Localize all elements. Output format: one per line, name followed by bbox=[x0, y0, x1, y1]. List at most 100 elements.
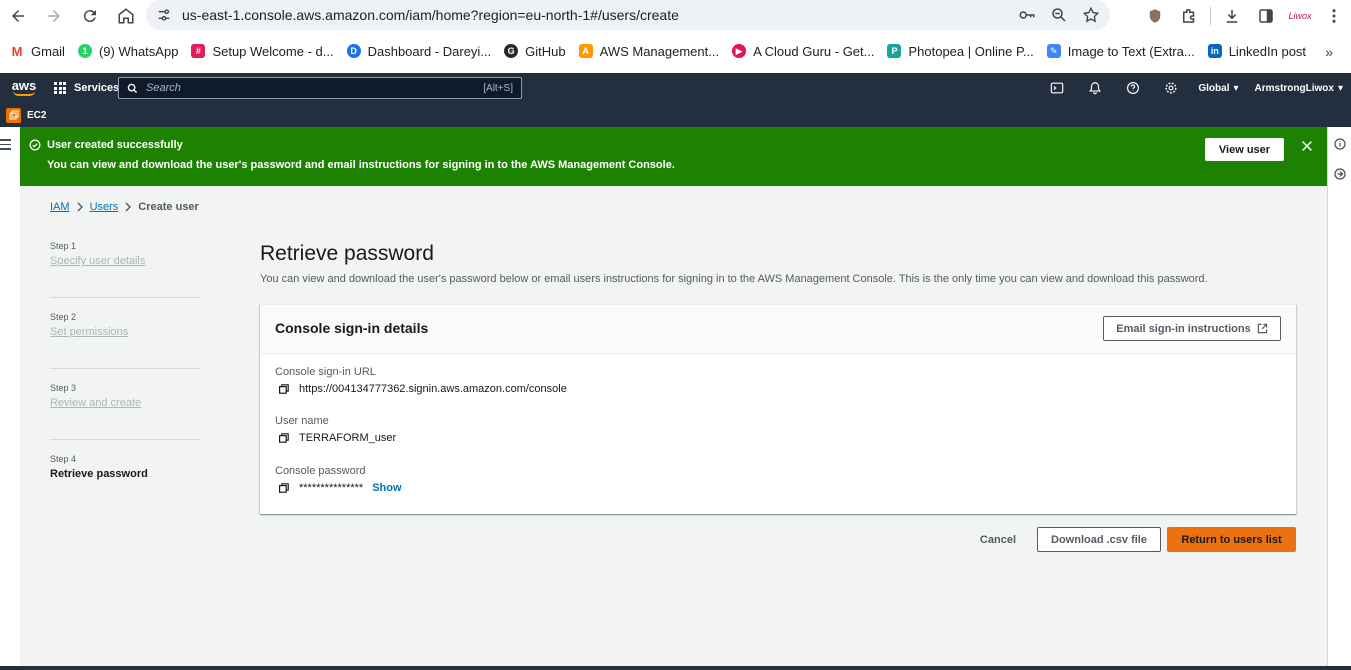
ec2-favorite-link[interactable]: EC2 bbox=[27, 110, 46, 121]
image-to-text-icon: ✎ bbox=[1046, 44, 1061, 58]
download-icon[interactable] bbox=[1215, 0, 1249, 32]
aws-logo[interactable]: aws bbox=[0, 73, 48, 103]
step-number: Step 3 bbox=[50, 383, 77, 393]
toolbar-divider bbox=[1210, 7, 1211, 25]
copy-icon[interactable] bbox=[279, 483, 289, 493]
site-info-icon[interactable] bbox=[146, 7, 182, 23]
bookmark-whatsapp[interactable]: 1 (9) WhatsApp bbox=[72, 36, 185, 66]
bookmark-aws[interactable]: A AWS Management... bbox=[573, 36, 726, 66]
url-text: us-east-1.console.aws.amazon.com/iam/hom… bbox=[182, 7, 679, 23]
cancel-button[interactable]: Cancel bbox=[980, 534, 1016, 546]
sign-in-details-panel: Console sign-in details Email sign-in in… bbox=[260, 304, 1296, 514]
left-rail bbox=[0, 127, 20, 667]
profile-label: Liwox bbox=[1288, 11, 1312, 21]
caret-down-icon: ▾ bbox=[1337, 82, 1343, 94]
chevron-right-icon bbox=[118, 202, 138, 212]
more-bookmarks-icon[interactable]: » bbox=[1325, 44, 1333, 60]
account-label: ArmstrongLiwox bbox=[1254, 82, 1334, 94]
region-selector[interactable]: Global ▾ bbox=[1190, 83, 1246, 94]
chevron-right-icon bbox=[70, 202, 90, 212]
home-button[interactable] bbox=[108, 0, 144, 32]
arrow-left-icon bbox=[12, 10, 24, 22]
bookmark-label: A Cloud Guru - Get... bbox=[753, 43, 875, 59]
arrow-right-icon bbox=[48, 10, 60, 22]
bookmark-label: Setup Welcome - d... bbox=[212, 43, 334, 59]
help-icon[interactable] bbox=[1114, 73, 1152, 103]
bookmark-github[interactable]: G GitHub bbox=[498, 36, 572, 66]
github-icon: G bbox=[504, 44, 519, 58]
bookmark-label: (9) WhatsApp bbox=[98, 43, 179, 59]
star-icon[interactable] bbox=[1082, 6, 1100, 24]
address-bar[interactable]: us-east-1.console.aws.amazon.com/iam/hom… bbox=[146, 0, 1110, 30]
profile-avatar[interactable]: Liwox bbox=[1283, 0, 1317, 32]
copy-icon[interactable] bbox=[279, 433, 289, 443]
right-rail bbox=[1327, 127, 1351, 667]
forward-button[interactable] bbox=[36, 0, 72, 32]
step-label: Specify user details bbox=[50, 255, 146, 267]
back-button[interactable] bbox=[0, 0, 36, 32]
breadcrumb-iam-link[interactable]: IAM bbox=[50, 201, 70, 213]
aws-cube-icon: A bbox=[578, 44, 593, 58]
whatsapp-icon: 1 bbox=[77, 44, 92, 58]
services-menu[interactable]: Services bbox=[48, 82, 120, 94]
bookmark-linkedin[interactable]: in LinkedIn post bbox=[1202, 36, 1313, 66]
panel-title: Console sign-in details bbox=[275, 320, 429, 336]
account-menu[interactable]: ArmstrongLiwox ▾ bbox=[1247, 83, 1351, 94]
wizard-step-1: Step 1 Specify user details bbox=[50, 241, 200, 298]
bookmark-acloudguru[interactable]: ▶ A Cloud Guru - Get... bbox=[726, 36, 881, 66]
email-sign-in-instructions-button[interactable]: Email sign-in instructions bbox=[1103, 316, 1281, 341]
bookmark-slack[interactable]: # Setup Welcome - d... bbox=[185, 36, 340, 66]
bookmark-label: AWS Management... bbox=[599, 43, 720, 59]
more-menu-icon[interactable] bbox=[1317, 0, 1351, 32]
show-password-link[interactable]: Show bbox=[372, 482, 401, 494]
breadcrumb-users-link[interactable]: Users bbox=[90, 201, 119, 213]
hamburger-menu-icon[interactable] bbox=[0, 139, 11, 153]
bookmarks-bar: M Gmail 1 (9) WhatsApp # Setup Welcome - d.… bbox=[0, 36, 1351, 66]
bookmark-dashboard[interactable]: D Dashboard - Dareyi... bbox=[341, 36, 499, 66]
step-label: Retrieve password bbox=[50, 468, 148, 480]
page-title: Retrieve password bbox=[260, 242, 434, 265]
return-to-users-list-button[interactable]: Return to users list bbox=[1167, 527, 1296, 552]
check-circle-icon bbox=[29, 139, 41, 151]
side-panel-icon[interactable] bbox=[1249, 0, 1283, 32]
wizard-step-3: Step 3 Review and create bbox=[50, 383, 200, 440]
key-icon[interactable] bbox=[1018, 6, 1036, 24]
search-input[interactable] bbox=[146, 82, 484, 94]
external-link-icon bbox=[1257, 323, 1267, 334]
breadcrumb: IAM Users Create user bbox=[50, 201, 199, 213]
field-label: Console sign-in URL bbox=[275, 366, 376, 378]
services-label: Services bbox=[74, 82, 120, 94]
notifications-bell-icon[interactable] bbox=[1076, 73, 1114, 103]
region-label: Global bbox=[1198, 82, 1230, 94]
bookmark-label: Photopea | Online P... bbox=[908, 43, 1034, 59]
zoom-icon[interactable] bbox=[1050, 6, 1068, 24]
search-shortcut-hint: [Alt+S] bbox=[483, 82, 513, 94]
wizard-step-2: Step 2 Set permissions bbox=[50, 312, 200, 369]
reload-button[interactable] bbox=[72, 0, 108, 32]
extensions-icon[interactable] bbox=[1172, 0, 1206, 32]
copy-icon[interactable] bbox=[279, 384, 289, 394]
gmail-icon: M bbox=[10, 43, 24, 59]
bookmark-gmail[interactable]: M Gmail bbox=[4, 36, 72, 66]
bookmark-image-to-text[interactable]: ✎ Image to Text (Extra... bbox=[1041, 36, 1202, 66]
cloudshell-icon[interactable] bbox=[1038, 73, 1076, 103]
shield-extension-icon[interactable] bbox=[1138, 0, 1172, 32]
step-number: Step 1 bbox=[50, 241, 77, 251]
view-user-button[interactable]: View user bbox=[1205, 138, 1284, 161]
acloudguru-icon: ▶ bbox=[732, 44, 747, 58]
slack-icon: # bbox=[191, 44, 206, 58]
info-panel-icon[interactable] bbox=[1328, 129, 1351, 159]
aws-search-box[interactable]: [Alt+S] bbox=[118, 77, 522, 99]
bookmark-label: Image to Text (Extra... bbox=[1067, 43, 1195, 59]
step-number: Step 4 bbox=[50, 454, 77, 464]
download-csv-button[interactable]: Download .csv file bbox=[1037, 527, 1161, 552]
close-icon[interactable] bbox=[1300, 139, 1314, 153]
tutorial-panel-icon[interactable] bbox=[1328, 159, 1351, 189]
photopea-icon: P bbox=[887, 44, 902, 58]
bookmark-label: GitHub bbox=[525, 43, 566, 59]
flash-message: You can view and download the user's pas… bbox=[47, 159, 675, 171]
settings-gear-icon[interactable] bbox=[1152, 73, 1190, 103]
user-name-field: User name TERRAFORM_user bbox=[275, 415, 396, 444]
bookmark-photopea[interactable]: P Photopea | Online P... bbox=[881, 36, 1040, 66]
ec2-icon bbox=[6, 107, 21, 123]
